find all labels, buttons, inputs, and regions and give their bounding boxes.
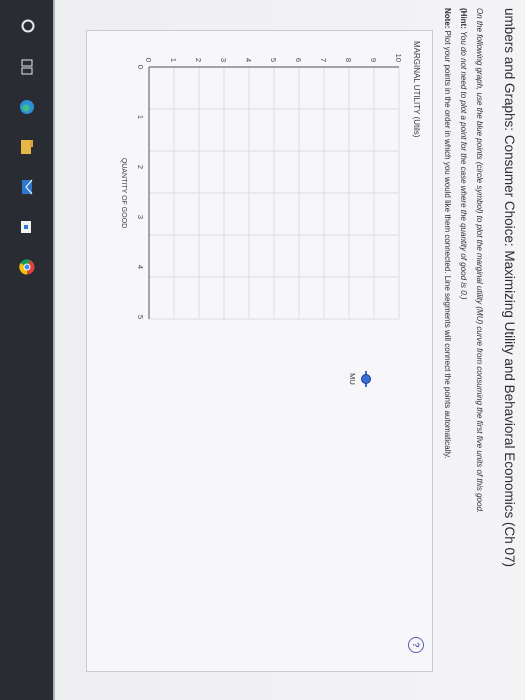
y-tick-label: 8	[344, 58, 353, 62]
blue-circle-point-icon[interactable]	[361, 374, 371, 384]
monitor-screen: umbers and Graphs: Consumer Choice: Maxi…	[0, 0, 525, 700]
y-tick-label: 3	[219, 58, 228, 62]
edge-icon[interactable]	[18, 98, 36, 116]
x-tick-label: 3	[136, 215, 145, 219]
y-tick-label: 5	[269, 58, 278, 62]
file-explorer-icon[interactable]	[18, 138, 36, 156]
note-text: Plot your points in the order in which y…	[443, 28, 452, 459]
mail-icon[interactable]	[18, 178, 36, 196]
taskbar	[0, 0, 53, 700]
y-axis-title: MARGINAL UTILITY (Utils)	[412, 41, 421, 138]
x-tick-label: 2	[136, 165, 145, 169]
y-tick-label: 7	[319, 58, 328, 62]
x-tick-label: 0	[136, 65, 145, 69]
help-icon[interactable]: ?	[408, 637, 424, 653]
mu-legend-tool[interactable]: MU	[348, 371, 371, 387]
instruction-line: On the following graph, use the blue poi…	[475, 8, 484, 514]
page-title: umbers and Graphs: Consumer Choice: Maxi…	[502, 8, 517, 567]
y-tick-label: 9	[369, 58, 378, 62]
chrome-icon[interactable]	[18, 258, 36, 276]
y-tick-label: 4	[244, 58, 253, 62]
y-tick-label: 6	[294, 58, 303, 62]
y-tick-label: 10	[394, 54, 403, 62]
y-tick-label: 2	[194, 58, 203, 62]
photo-background: umbers and Graphs: Consumer Choice: Maxi…	[0, 0, 525, 700]
x-tick-labels: 0 1 2 3 4 5	[136, 65, 145, 319]
hint-text: You do not need to plot a point for the …	[459, 28, 468, 300]
grid	[149, 67, 400, 320]
y-tick-labels: 0 1 2 3 4 5 6 7 8 9 10	[144, 54, 403, 62]
x-tick-label: 1	[136, 115, 145, 119]
y-tick-label: 0	[144, 58, 153, 62]
assignment-page: umbers and Graphs: Consumer Choice: Maxi…	[55, 0, 525, 700]
x-tick-label: 5	[136, 315, 145, 319]
x-tick-label: 4	[136, 265, 145, 269]
note-label: Note:	[443, 8, 452, 29]
instructions: On the following graph, use the blue poi…	[439, 8, 487, 688]
search-icon[interactable]	[18, 18, 36, 36]
y-tick-label: 1	[169, 58, 178, 62]
task-view-icon[interactable]	[18, 58, 36, 76]
graph-svg[interactable]: 0 1 2 3 4 5 6 7 8 9 10 0 1 2 3 4 5 MARGI…	[87, 31, 432, 671]
x-axis-title: QUANTITY OF GOOD	[120, 158, 127, 228]
store-icon[interactable]	[18, 218, 36, 236]
legend-label: MU	[348, 373, 357, 385]
graph-panel: ? 0 1 2 3 4 5 6 7 8 9 10 0 1 2 3 4 5 MAR…	[86, 30, 433, 672]
hint-label: (Hint:	[459, 8, 468, 29]
